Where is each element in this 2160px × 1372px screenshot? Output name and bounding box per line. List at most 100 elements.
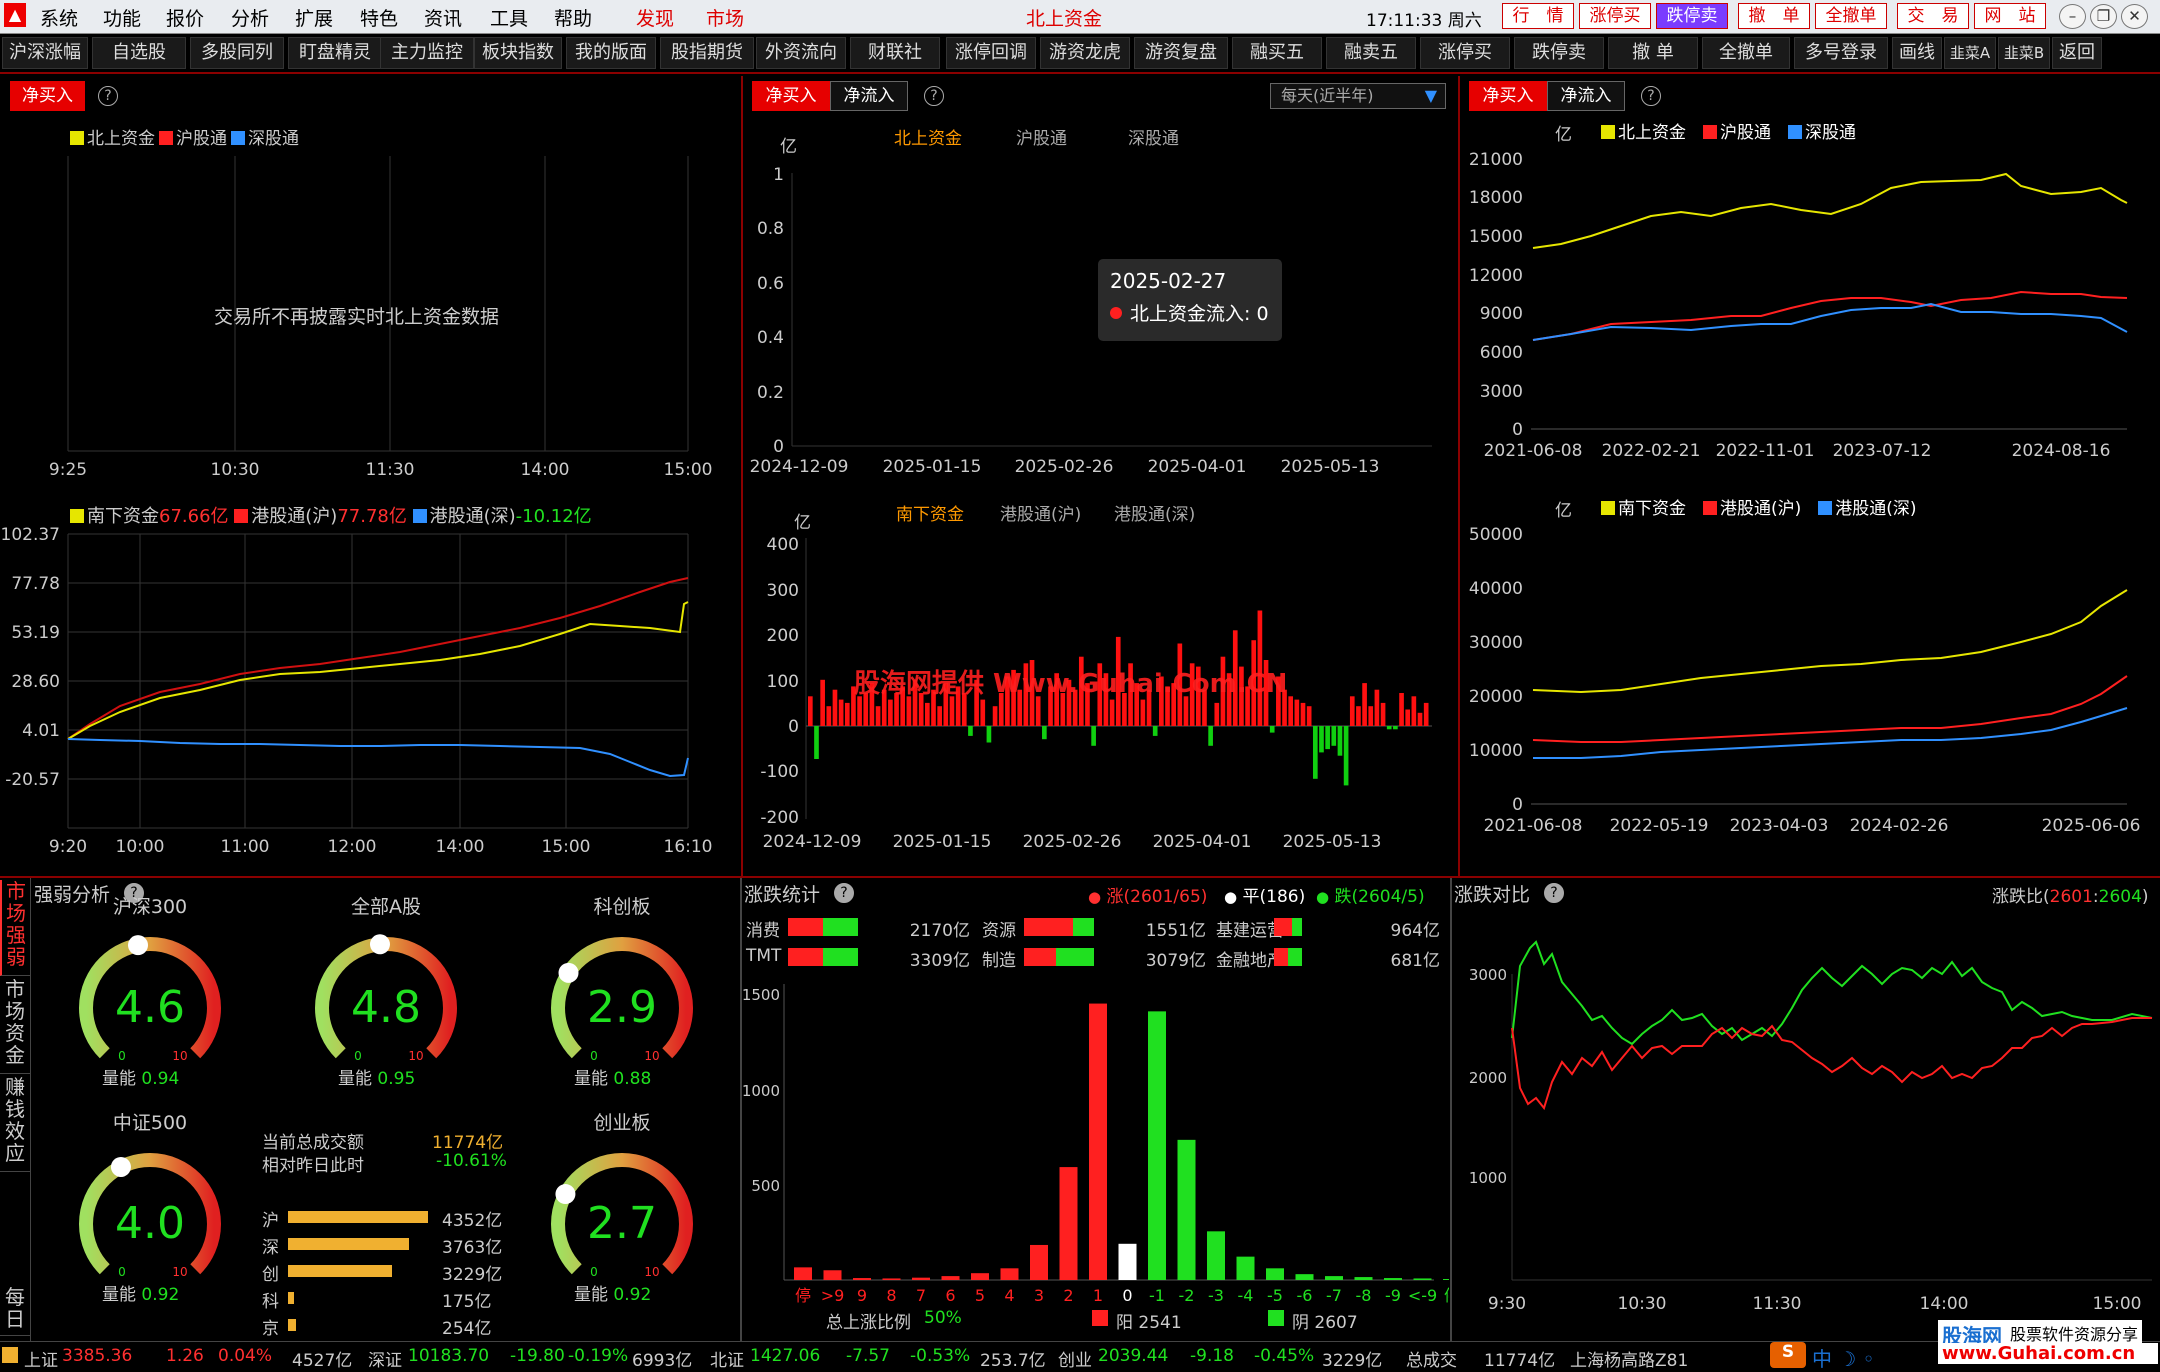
tool-margin-sell5[interactable]: 融卖五 bbox=[1326, 37, 1416, 69]
south-daily-bar[interactable] bbox=[1035, 696, 1041, 726]
cancel-all-button[interactable]: 全撤单 bbox=[1815, 3, 1887, 29]
south-daily-bar[interactable] bbox=[1362, 683, 1367, 726]
histogram-bar[interactable] bbox=[794, 1267, 812, 1280]
south-daily-bar[interactable] bbox=[857, 696, 862, 726]
tool-limit-down-sell[interactable]: 跌停卖 bbox=[1514, 37, 1604, 69]
restore-icon[interactable]: ❐ bbox=[2090, 4, 2117, 29]
tool-margin-buy5[interactable]: 融买五 bbox=[1232, 37, 1322, 69]
menu-quote[interactable]: 报价 bbox=[166, 4, 204, 31]
south-daily-bar[interactable] bbox=[1337, 726, 1343, 756]
menu-extend[interactable]: 扩展 bbox=[295, 4, 333, 31]
histogram-bar[interactable] bbox=[1354, 1277, 1373, 1280]
minimize-icon[interactable]: – bbox=[2059, 4, 2086, 29]
tool-sector-index[interactable]: 板块指数 bbox=[474, 37, 562, 69]
histogram-bar[interactable] bbox=[853, 1278, 871, 1280]
histogram-bar[interactable] bbox=[1325, 1276, 1343, 1280]
tool-leek-b[interactable]: 韭菜B bbox=[1998, 37, 2050, 69]
south-daily-bar[interactable] bbox=[1331, 726, 1337, 746]
histogram-bar[interactable] bbox=[1236, 1256, 1255, 1280]
tool-limit-pullback[interactable]: 涨停回调 bbox=[946, 37, 1036, 69]
histogram-bar[interactable] bbox=[1059, 1167, 1078, 1280]
south-daily-bar[interactable] bbox=[888, 699, 893, 726]
south-daily-bar[interactable] bbox=[1386, 726, 1392, 730]
status-flag-icon[interactable] bbox=[2, 1347, 18, 1363]
south-daily-bar[interactable] bbox=[986, 726, 992, 743]
south-daily-bar[interactable] bbox=[1152, 726, 1158, 736]
south-daily-bar[interactable] bbox=[1183, 696, 1189, 726]
tool-multi-login[interactable]: 多号登录 bbox=[1794, 37, 1888, 69]
south-daily-bar[interactable] bbox=[1343, 726, 1349, 786]
south-daily-bar[interactable] bbox=[1393, 726, 1398, 730]
tool-draw-line[interactable]: 画线 bbox=[1892, 37, 1942, 69]
south-daily-bar[interactable] bbox=[949, 696, 955, 726]
input-method-icon[interactable]: S bbox=[1770, 1342, 1806, 1368]
south-daily-bar[interactable] bbox=[1109, 699, 1115, 726]
tool-hot-review[interactable]: 游资复盘 bbox=[1134, 37, 1228, 69]
south-daily-bar[interactable] bbox=[980, 699, 986, 726]
tool-limit-up-buy[interactable]: 涨停买 bbox=[1420, 37, 1510, 69]
south-daily-bar[interactable] bbox=[968, 726, 973, 736]
south-daily-bar[interactable] bbox=[1208, 726, 1213, 746]
menu-news[interactable]: 资讯 bbox=[424, 4, 462, 31]
tab-profit-effect[interactable]: 赚钱效应 bbox=[0, 1076, 30, 1172]
limit-up-buy-button[interactable]: 涨停买 bbox=[1579, 3, 1651, 29]
tab-daily[interactable]: 每日 bbox=[0, 1286, 30, 1336]
tool-my-layout[interactable]: 我的版面 bbox=[566, 37, 656, 69]
histogram-bar[interactable] bbox=[1148, 1011, 1166, 1280]
menu-tools[interactable]: 工具 bbox=[490, 4, 528, 31]
south-daily-bar[interactable] bbox=[832, 689, 838, 726]
histogram-bar[interactable] bbox=[1443, 1279, 1449, 1280]
histogram-bar[interactable] bbox=[971, 1273, 989, 1280]
south-daily-bar[interactable] bbox=[1140, 699, 1146, 726]
histogram-bar[interactable] bbox=[941, 1276, 960, 1280]
cancel-order-button[interactable]: 撤 单 bbox=[1738, 3, 1810, 29]
tool-monitor-genie[interactable]: 盯盘精灵 bbox=[288, 37, 382, 69]
south-daily-bar[interactable] bbox=[1380, 702, 1386, 726]
sz-label[interactable]: 深证 bbox=[368, 1346, 402, 1371]
quote-button[interactable]: 行 情 bbox=[1502, 3, 1574, 29]
close-icon[interactable]: ✕ bbox=[2121, 4, 2148, 29]
south-daily-bar[interactable] bbox=[1423, 702, 1429, 726]
tool-watchlist[interactable]: 自选股 bbox=[92, 37, 186, 69]
south-daily-bar[interactable] bbox=[1356, 706, 1361, 726]
south-daily-bar[interactable] bbox=[1214, 702, 1220, 726]
histogram-bar[interactable] bbox=[1207, 1231, 1225, 1280]
tool-foreign-flow[interactable]: 外资流向 bbox=[756, 37, 846, 69]
website-button[interactable]: 网 站 bbox=[1974, 3, 2046, 29]
histogram-bar[interactable] bbox=[1384, 1278, 1402, 1280]
histogram-bar[interactable] bbox=[1089, 1003, 1107, 1280]
south-daily-bar[interactable] bbox=[1374, 689, 1380, 726]
sh-label[interactable]: 上证 bbox=[24, 1346, 58, 1371]
south-daily-bar[interactable] bbox=[1325, 726, 1330, 750]
histogram-bar[interactable] bbox=[1295, 1274, 1314, 1280]
tool-multi-stock[interactable]: 多股同列 bbox=[190, 37, 284, 69]
menu-market[interactable]: 市场 bbox=[706, 4, 744, 31]
trade-button[interactable]: 交 易 bbox=[1897, 3, 1969, 29]
south-daily-bar[interactable] bbox=[1417, 712, 1423, 726]
histogram-bar[interactable] bbox=[823, 1270, 842, 1280]
menu-system[interactable]: 系统 bbox=[40, 4, 78, 31]
limit-down-sell-button[interactable]: 跌停卖 bbox=[1656, 3, 1728, 29]
south-daily-bar[interactable] bbox=[820, 679, 825, 726]
south-daily-bar[interactable] bbox=[1405, 709, 1411, 727]
south-daily-bar[interactable] bbox=[1312, 726, 1318, 779]
south-daily-bar[interactable] bbox=[937, 706, 942, 726]
south-daily-bar[interactable] bbox=[1288, 696, 1294, 726]
tool-back[interactable]: 返回 bbox=[2052, 37, 2102, 69]
south-daily-bar[interactable] bbox=[808, 696, 813, 726]
south-daily-bar[interactable] bbox=[1300, 702, 1306, 726]
tool-main-force[interactable]: 主力监控 bbox=[380, 37, 474, 69]
south-daily-bar[interactable] bbox=[992, 706, 998, 726]
south-daily-bar[interactable] bbox=[925, 702, 930, 726]
tool-cls[interactable]: 财联社 bbox=[850, 37, 940, 69]
south-daily-bar[interactable] bbox=[1349, 696, 1355, 726]
tool-hs-rank[interactable]: 沪深涨幅 bbox=[2, 37, 88, 69]
bz-label[interactable]: 北证 bbox=[710, 1346, 744, 1371]
south-daily-bar[interactable] bbox=[1091, 726, 1096, 746]
south-daily-bar[interactable] bbox=[1399, 693, 1404, 726]
menu-feature[interactable]: 特色 bbox=[360, 4, 398, 31]
south-daily-bar[interactable] bbox=[814, 726, 819, 759]
tool-cancel-all[interactable]: 全撤单 bbox=[1702, 37, 1790, 69]
cy-label[interactable]: 创业 bbox=[1058, 1346, 1092, 1371]
histogram-bar[interactable] bbox=[882, 1278, 901, 1280]
